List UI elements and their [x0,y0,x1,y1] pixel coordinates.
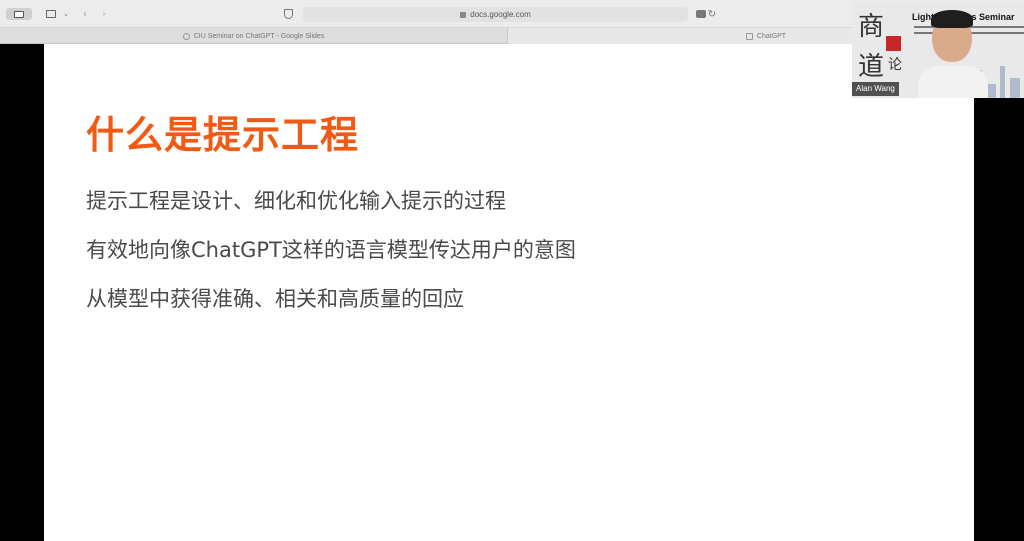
shield-icon [283,9,293,19]
tab-overview-icon [46,10,56,18]
address-url: docs.google.com [470,10,531,19]
calligraphy-character: 道 [858,52,885,82]
tab-label: ChatGPT [756,32,787,40]
webcam-video: 商 道 论 Light Business Seminar Alan Wang [852,2,1024,98]
participant-name-label: Alan Wang [852,82,899,96]
forward-button[interactable]: › [99,7,109,21]
chatgpt-icon [745,32,753,40]
presenter [918,8,988,98]
slide-bullet: 提示工程是设计、细化和优化输入提示的过程 [86,189,506,213]
reload-button[interactable]: ↻ [707,7,717,21]
back-button[interactable]: ‹ [80,7,90,21]
slide-bullet: 有效地向像ChatGPT这样的语言模型传达用户的意图 [86,238,576,262]
lock-icon [460,11,467,18]
presentation-slide: 什么是提示工程 提示工程是设计、细化和优化输入提示的过程 有效地向像ChatGP… [44,44,974,541]
sidebar-toggle-button[interactable] [6,8,32,20]
calligraphy-character: 商 [858,12,885,42]
google-icon [182,32,190,40]
chevron-down-icon[interactable]: ⌄ [62,7,70,21]
tab-overview-button[interactable] [44,7,58,21]
slide-title: 什么是提示工程 [86,113,360,157]
sidebar-icon [14,10,24,18]
privacy-shield-button[interactable] [282,7,294,21]
slide-bullet: 从模型中获得准确、相关和高质量的回应 [86,287,464,311]
translate-button[interactable] [694,7,708,21]
calligraphy-character: 论 [888,57,902,73]
translate-icon [696,10,706,18]
address-bar[interactable]: docs.google.com [303,7,688,22]
tab-google-slides[interactable]: CIU Seminar on ChatGPT - Google Slides [0,28,508,44]
tab-label: CIU Seminar on ChatGPT - Google Slides [193,32,325,40]
red-seal-stamp [886,36,901,51]
